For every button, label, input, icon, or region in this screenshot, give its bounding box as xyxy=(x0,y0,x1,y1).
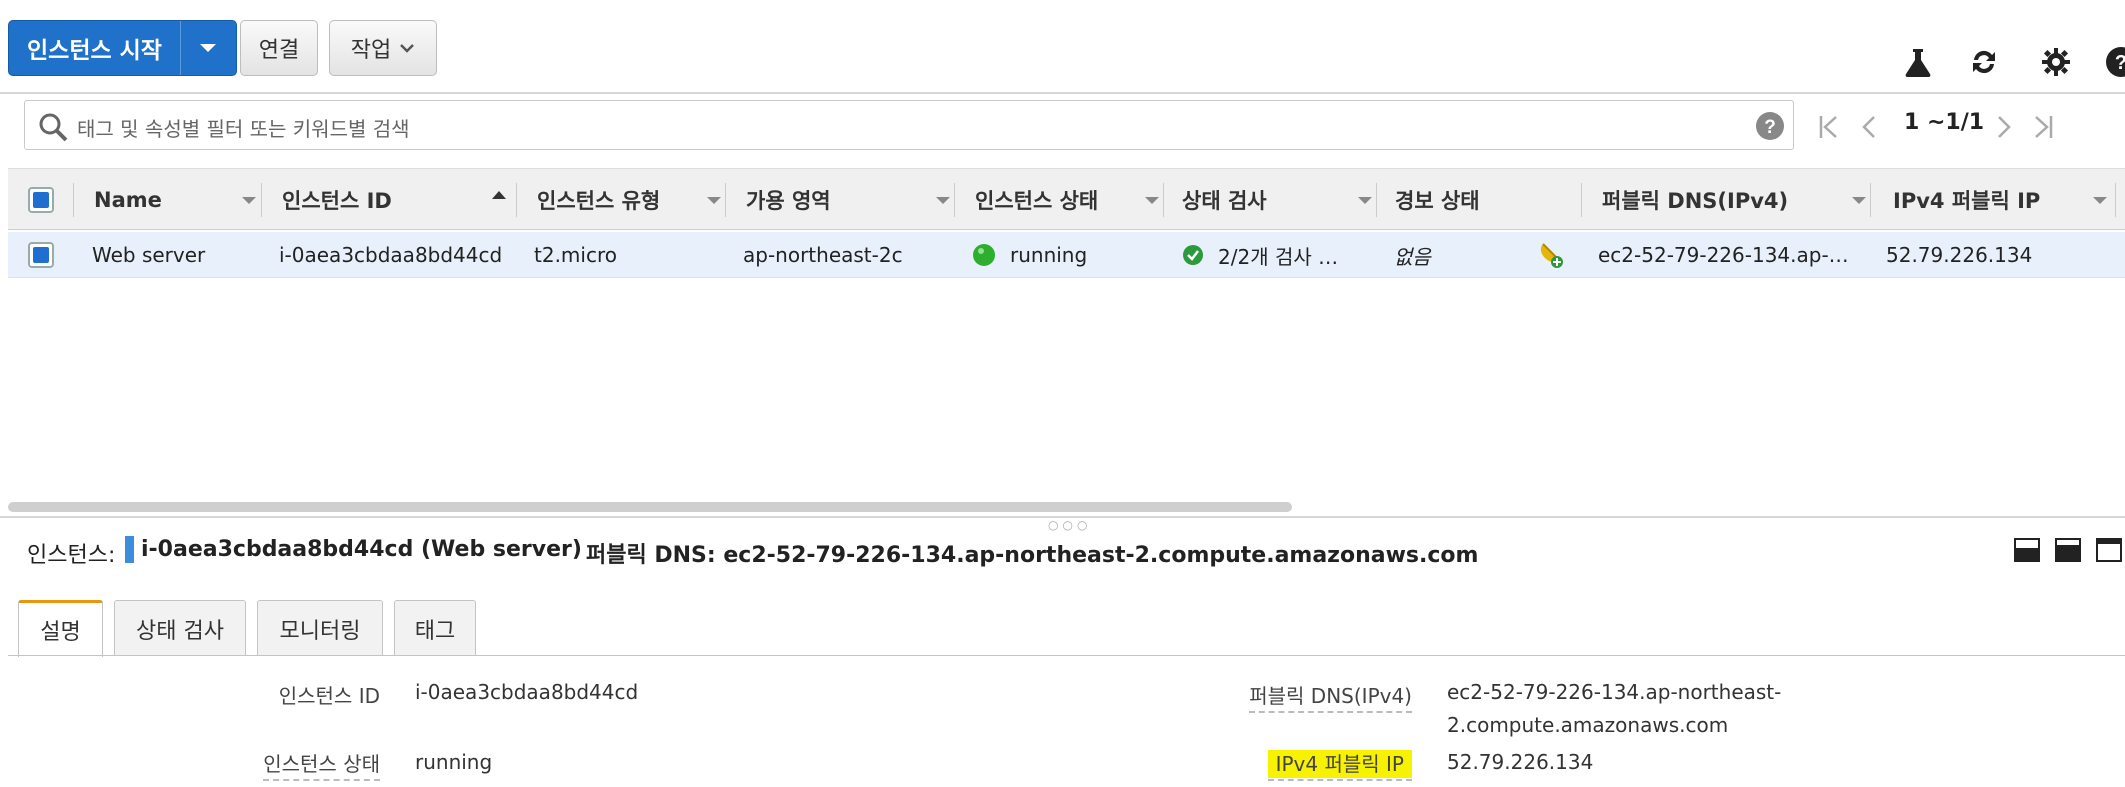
detail-public-dns-header: 퍼블릭 DNS: ec2-52-79-226-134.ap-northeast-… xyxy=(586,543,1479,568)
pagination-range: 1 ~1/1 xyxy=(1904,110,1985,135)
detail-instance-label: 인스턴스: xyxy=(27,543,116,568)
help-icon[interactable]: ? xyxy=(1755,111,1785,141)
detail-instance-value: i-0aea3cbdaa8bd44cd (Web server) xyxy=(141,537,582,562)
svg-text:?: ? xyxy=(2115,52,2125,74)
first-page-icon[interactable] xyxy=(1818,114,1840,140)
chevron-down-icon xyxy=(400,44,415,53)
column-label: 상태 검사 xyxy=(1182,189,1267,213)
column-header-alarm-status[interactable]: 경보 상태 xyxy=(1377,169,1582,231)
sort-caret-icon xyxy=(936,197,950,204)
sort-caret-icon xyxy=(1358,197,1372,204)
field-label-public-ip: IPv4 퍼블릭 IP xyxy=(1267,748,1412,781)
previous-page-icon[interactable] xyxy=(1860,114,1878,140)
state-text: running xyxy=(1010,243,1088,267)
selection-color-marker xyxy=(125,536,134,563)
connect-button[interactable]: 연결 xyxy=(240,20,318,76)
cell-name: Web server xyxy=(92,243,206,267)
column-header-instance-id[interactable]: 인스턴스 ID xyxy=(262,169,517,231)
field-value-public-dns-line2: 2.compute.amazonaws.com xyxy=(1447,713,1729,737)
column-label: IPv4 퍼블릭 IP xyxy=(1893,189,2041,213)
flask-icon[interactable] xyxy=(1902,46,1934,78)
launch-instance-label[interactable]: 인스턴스 시작 xyxy=(9,21,180,75)
horizontal-scrollbar[interactable] xyxy=(8,502,1292,512)
sort-ascending-icon xyxy=(492,191,506,199)
tab-tags[interactable]: 태그 xyxy=(394,600,476,656)
search-placeholder: 태그 및 속성별 필터 또는 키워드별 검색 xyxy=(77,117,410,141)
sort-caret-icon xyxy=(2093,197,2107,204)
cell-public-dns: ec2-52-79-226-134.ap-… xyxy=(1598,243,1849,267)
next-page-icon[interactable] xyxy=(1995,114,2013,140)
column-label: 가용 영역 xyxy=(746,189,831,213)
select-all-cell xyxy=(8,169,74,231)
table-row[interactable]: Web server i-0aea3cbdaa8bd44cd t2.micro … xyxy=(8,232,2125,278)
cell-instance-type: t2.micro xyxy=(534,243,617,267)
column-header-name[interactable]: Name xyxy=(74,169,262,231)
field-value-instance-id: i-0aea3cbdaa8bd44cd xyxy=(415,680,639,704)
toolbar-divider xyxy=(0,92,2125,94)
column-header-public-ip[interactable]: IPv4 퍼블릭 IP xyxy=(1871,169,2116,231)
column-label: 인스턴스 ID xyxy=(282,189,392,213)
column-label: 퍼블릭 DNS(IPv4) xyxy=(1602,189,1789,213)
last-page-icon[interactable] xyxy=(2032,114,2054,140)
column-header-status-check[interactable]: 상태 검사 xyxy=(1164,169,1377,231)
column-label: 인스턴스 유형 xyxy=(537,189,661,213)
row-checkbox[interactable] xyxy=(28,242,54,268)
actions-label: 작업 xyxy=(350,38,392,63)
actions-button[interactable]: 작업 xyxy=(329,20,437,76)
cell-instance-id: i-0aea3cbdaa8bd44cd xyxy=(279,243,503,267)
tab-baseline xyxy=(8,655,2125,656)
search-icon xyxy=(39,113,68,142)
table-header: Name 인스턴스 ID 인스턴스 유형 가용 영역 인스턴스 상태 상태 검사… xyxy=(8,168,2125,230)
sort-caret-icon xyxy=(1852,197,1866,204)
panel-maximize-layout-icon[interactable] xyxy=(2096,538,2122,562)
field-label-instance-state: 인스턴스 상태 xyxy=(263,748,380,781)
field-label-instance-id: 인스턴스 ID xyxy=(278,684,380,708)
column-header-instance-state[interactable]: 인스턴스 상태 xyxy=(955,169,1164,231)
panel-bottom-layout-icon[interactable] xyxy=(2014,538,2040,562)
status-check-text: 2/2개 검사 … xyxy=(1218,244,1339,269)
cell-availability-zone: ap-northeast-2c xyxy=(743,243,903,267)
tab-monitoring[interactable]: 모니터링 xyxy=(257,600,383,656)
cell-public-ip: 52.79.226.134 xyxy=(1886,243,2033,267)
column-header-availability-zone[interactable]: 가용 영역 xyxy=(726,169,955,231)
tab-status-checks[interactable]: 상태 검사 xyxy=(114,600,246,656)
select-all-checkbox[interactable] xyxy=(28,187,54,213)
cell-instance-state: running xyxy=(972,232,1087,278)
help-icon[interactable]: ? xyxy=(2105,46,2125,78)
sort-caret-icon xyxy=(242,197,256,204)
resize-handle-icon[interactable]: ○○○ xyxy=(1048,518,1091,532)
field-value-public-ip: 52.79.226.134 xyxy=(1447,750,1594,774)
caret-down-icon xyxy=(200,44,217,52)
check-circle-icon xyxy=(1183,245,1203,265)
highlighted-label-text: IPv4 퍼블릭 IP xyxy=(1267,750,1412,778)
column-label: Name xyxy=(94,188,162,212)
launch-instance-button[interactable]: 인스턴스 시작 xyxy=(8,20,237,76)
sort-caret-icon xyxy=(1145,197,1159,204)
field-label-public-dns: 퍼블릭 DNS(IPv4) xyxy=(1249,680,1412,713)
cell-status-check: 2/2개 검사 … xyxy=(1182,232,1338,278)
column-header-public-dns[interactable]: 퍼블릭 DNS(IPv4) xyxy=(1582,169,1871,231)
svg-text:?: ? xyxy=(1764,117,1776,138)
add-alarm-bell-icon[interactable] xyxy=(1535,240,1565,270)
sort-caret-icon xyxy=(707,197,721,204)
refresh-icon[interactable] xyxy=(1968,46,2000,78)
column-header-instance-type[interactable]: 인스턴스 유형 xyxy=(517,169,726,231)
gear-icon[interactable] xyxy=(2040,46,2072,78)
launch-dropdown-button[interactable] xyxy=(179,21,236,75)
field-value-instance-state: running xyxy=(415,750,493,774)
running-status-icon xyxy=(973,244,995,266)
panel-split-layout-icon[interactable] xyxy=(2055,538,2081,562)
field-value-public-dns-line1: ec2-52-79-226-134.ap-northeast- xyxy=(1447,680,1782,704)
search-filter-input[interactable]: 태그 및 속성별 필터 또는 키워드별 검색 ? xyxy=(24,100,1794,150)
cell-alarm-status: 없음 xyxy=(1394,244,1431,269)
column-label: 인스턴스 상태 xyxy=(975,189,1099,213)
column-label: 경보 상태 xyxy=(1395,189,1480,213)
tab-description[interactable]: 설명 xyxy=(18,600,103,657)
